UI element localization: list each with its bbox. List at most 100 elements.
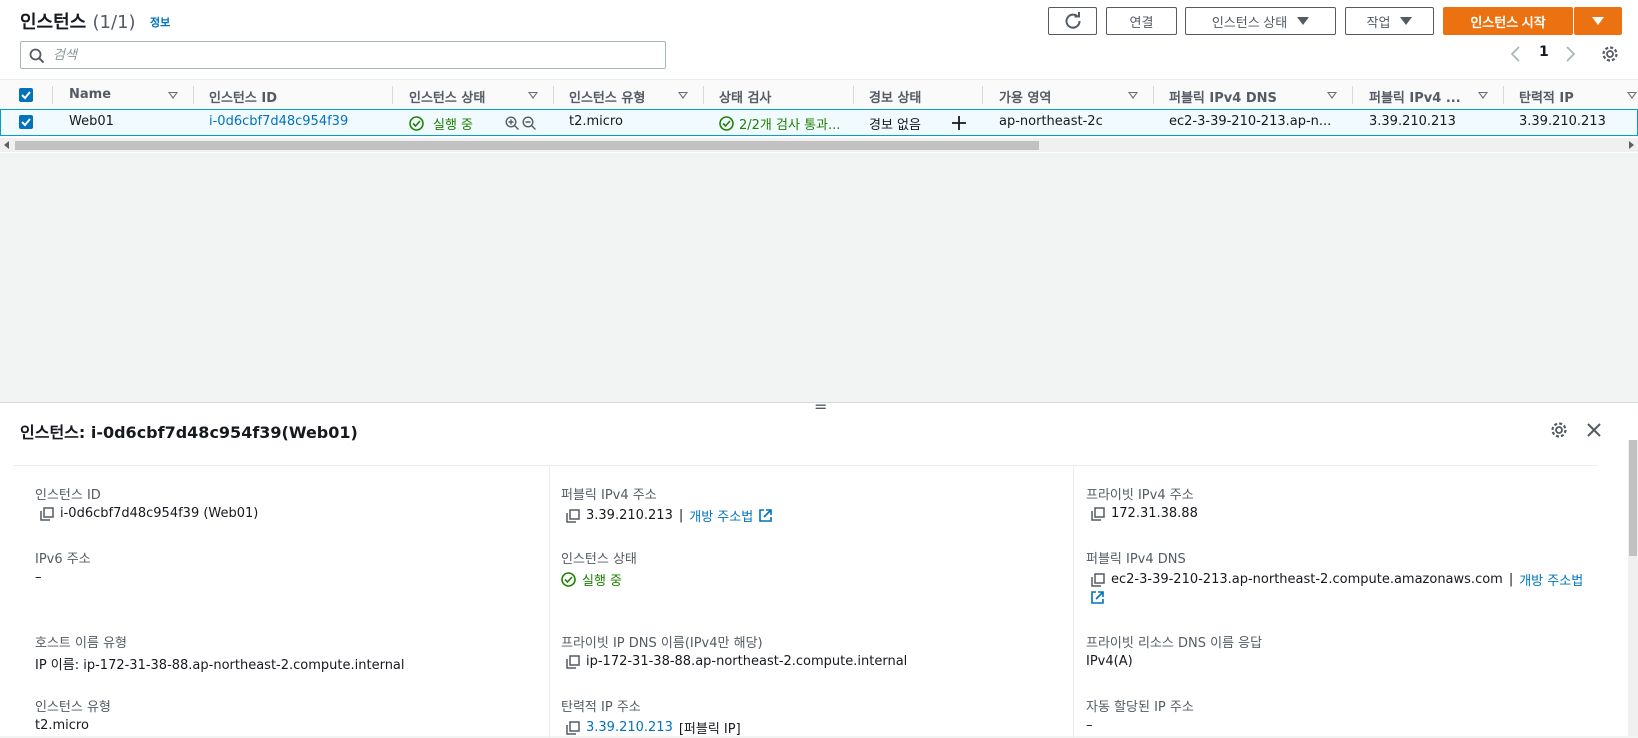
instance-detail-panel: = 인스턴스: i-0d6cbf7d48c954f39(Web01) 인스턴스 … <box>0 397 1638 738</box>
detail-body: 인스턴스 ID i-0d6cbf7d48c954f39 (Web01) IPv6… <box>14 465 1598 738</box>
select-all-checkbox[interactable] <box>19 88 33 102</box>
caret-down-icon <box>1297 17 1310 25</box>
copy-icon[interactable] <box>566 508 580 523</box>
cell-public-ipv4: 3.39.210.213 <box>1369 114 1456 129</box>
caret-down-icon <box>1400 17 1413 25</box>
sort-icon[interactable] <box>528 92 538 99</box>
col-public-dns[interactable]: 퍼블릭 IPv4 DNS <box>1169 87 1277 106</box>
copy-icon[interactable] <box>1091 506 1105 521</box>
cell-status-check[interactable]: 2/2개 검사 통과... <box>739 114 840 133</box>
search-box <box>20 41 666 69</box>
search-icon <box>29 48 45 64</box>
actions-button[interactable]: 작업 <box>1345 7 1434 35</box>
refresh-icon <box>1065 12 1081 29</box>
vertical-scrollbar[interactable] <box>1628 440 1638 736</box>
col-instance-state[interactable]: 인스턴스 상태 <box>409 87 485 106</box>
caret-down-icon <box>1592 17 1604 25</box>
instances-panel: 인스턴스 (1/1) 정보 연결 인스턴스 상태 작업 인스턴스 시작 1 Na… <box>0 0 1638 153</box>
chevron-right-icon[interactable] <box>1564 46 1576 62</box>
launch-instances-button[interactable]: 인스턴스 시작 <box>1443 7 1573 35</box>
page-title-text: 인스턴스 <box>20 12 87 33</box>
connect-button[interactable]: 연결 <box>1106 7 1177 35</box>
col-name[interactable]: Name <box>69 87 111 102</box>
ipv6-value: – <box>35 570 42 585</box>
hostname-type-value: IP 이름: ip-172-31-38-88.ap-northeast-2.co… <box>35 658 405 673</box>
ipv6-label: IPv6 주소 <box>35 552 91 567</box>
copy-icon[interactable] <box>566 654 580 669</box>
elastic-ip-link[interactable]: 3.39.210.213 <box>586 720 673 735</box>
scrollbar-thumb[interactable] <box>15 141 1039 150</box>
table-row[interactable]: Web01 i-0d6cbf7d48c954f39 실행 중 t2.micro … <box>0 109 1638 136</box>
chevron-left-icon[interactable] <box>1510 46 1522 62</box>
external-link-icon[interactable] <box>759 509 772 522</box>
launch-dropdown-button[interactable] <box>1574 7 1622 35</box>
sort-icon[interactable] <box>678 92 688 99</box>
elastic-ip-value: 3.39.210.213 [퍼블릭 IP] <box>566 718 741 737</box>
zoom-in-icon[interactable] <box>505 116 520 131</box>
instance-type-label: 인스턴스 유형 <box>35 700 111 715</box>
public-dns-label: 퍼블릭 IPv4 DNS <box>1086 552 1186 567</box>
col-status-check[interactable]: 상태 검사 <box>719 87 771 106</box>
scroll-right-icon[interactable] <box>1628 141 1634 149</box>
info-link[interactable]: 정보 <box>150 14 170 30</box>
elastic-ip-label: 탄력적 IP 주소 <box>561 700 641 715</box>
copy-icon[interactable] <box>40 506 54 521</box>
settings-gear-icon[interactable] <box>1601 45 1619 63</box>
settings-gear-icon[interactable] <box>1550 421 1568 439</box>
search-input[interactable] <box>53 44 653 66</box>
sort-icon[interactable] <box>168 92 178 99</box>
cell-name[interactable]: Web01 <box>69 114 114 129</box>
instance-state-label: 인스턴스 상태 <box>1211 14 1288 30</box>
zoom-out-icon[interactable] <box>522 116 537 131</box>
sort-icon[interactable] <box>1478 92 1488 99</box>
cell-public-dns: ec2-3-39-210-213.ap-n... <box>1169 114 1332 129</box>
sort-icon[interactable] <box>1128 92 1138 99</box>
copy-icon[interactable] <box>566 720 580 735</box>
col-public-ipv4[interactable]: 퍼블릭 IPv4 ... <box>1369 87 1461 106</box>
page-number[interactable]: 1 <box>1539 44 1549 60</box>
external-link-icon[interactable] <box>1091 591 1104 604</box>
cell-alarm-status: 경보 없음 <box>869 118 921 133</box>
cell-instance-type: t2.micro <box>569 114 623 129</box>
close-icon[interactable] <box>1586 422 1602 438</box>
scrollbar-thumb[interactable] <box>1629 440 1637 556</box>
actions-label: 작업 <box>1366 14 1391 30</box>
instance-id-text: i-0d6cbf7d48c954f39 (Web01) <box>60 506 259 521</box>
table-header: Name 인스턴스 ID 인스턴스 상태 인스턴스 유형 상태 검사 경보 상태… <box>0 79 1638 110</box>
auto-ip-value: – <box>1086 718 1093 733</box>
cell-availability-zone: ap-northeast-2c <box>999 114 1103 129</box>
cell-instance-state: 실행 중 <box>433 118 474 133</box>
instance-id-label: 인스턴스 ID <box>35 488 101 503</box>
col-alarm-status[interactable]: 경보 상태 <box>869 87 921 106</box>
col-instance-type[interactable]: 인스턴스 유형 <box>569 87 645 106</box>
check-circle-icon <box>409 116 424 131</box>
col-elastic-ip[interactable]: 탄력적 IP <box>1519 87 1574 106</box>
auto-ip-label: 자동 할당된 IP 주소 <box>1086 700 1194 715</box>
private-ipv4-value: 172.31.38.88 <box>1091 506 1198 521</box>
sort-icon[interactable] <box>1627 92 1637 99</box>
row-checkbox[interactable] <box>19 115 33 129</box>
private-dns-label: 프라이빗 IP DNS 이름(IPv4만 해당) <box>561 636 763 651</box>
instance-count: (1/1) <box>92 12 136 33</box>
drag-handle-icon[interactable]: = <box>814 397 827 416</box>
resource-dns-value: IPv4(A) <box>1086 654 1133 669</box>
private-dns-value: ip-172-31-38-88.ap-northeast-2.compute.i… <box>566 654 907 669</box>
open-address-link[interactable]: 개방 주소법 <box>1519 570 1583 589</box>
scroll-left-icon[interactable] <box>4 141 10 149</box>
hostname-type-label: 호스트 이름 유형 <box>35 636 127 651</box>
cell-instance-id-link[interactable]: i-0d6cbf7d48c954f39 <box>209 114 348 129</box>
resource-dns-label: 프라이빗 리소스 DNS 이름 응답 <box>1086 636 1263 651</box>
sort-icon[interactable] <box>1327 92 1337 99</box>
public-ipv4-value: 3.39.210.213 | 개방 주소법 <box>566 506 772 525</box>
refresh-button[interactable] <box>1048 7 1097 35</box>
copy-icon[interactable] <box>1091 572 1105 587</box>
col-instance-id[interactable]: 인스턴스 ID <box>209 87 277 106</box>
plus-icon[interactable] <box>951 115 967 131</box>
private-ipv4-label: 프라이빗 IPv4 주소 <box>1086 488 1194 503</box>
horizontal-scrollbar[interactable] <box>0 138 1638 152</box>
open-address-link[interactable]: 개방 주소법 <box>689 506 753 525</box>
col-availability-zone[interactable]: 가용 영역 <box>999 87 1051 106</box>
detail-title: 인스턴스: i-0d6cbf7d48c954f39(Web01) <box>20 423 358 442</box>
instance-state-button[interactable]: 인스턴스 상태 <box>1185 7 1336 35</box>
instance-id-value: i-0d6cbf7d48c954f39 (Web01) <box>40 506 258 521</box>
